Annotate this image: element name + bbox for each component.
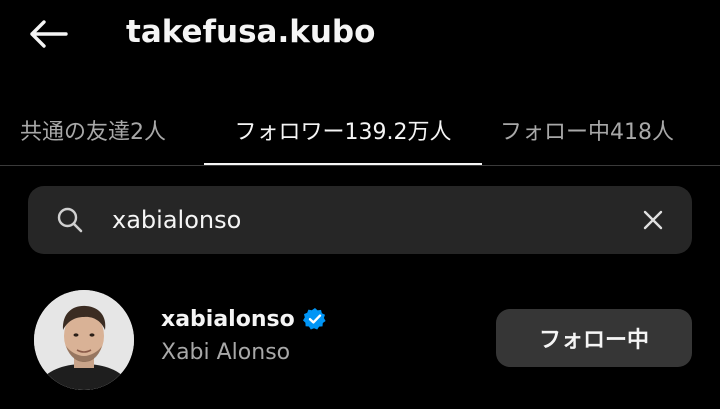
- active-tab-indicator: [204, 163, 482, 165]
- user-list-item[interactable]: xabialonso Xabi Alonso フォロー中: [0, 282, 720, 392]
- clear-search-button[interactable]: [636, 203, 670, 237]
- follow-tabs: 共通の友達2人 フォロワー139.2万人 フォロー中418人: [0, 94, 720, 166]
- result-full-name: Xabi Alonso: [161, 340, 291, 365]
- tab-followers[interactable]: フォロワー139.2万人: [204, 94, 482, 165]
- back-button[interactable]: [24, 14, 72, 54]
- arrow-left-icon: [30, 20, 68, 48]
- tab-mutual-friends[interactable]: 共通の友達2人: [20, 94, 186, 165]
- search-icon: [54, 204, 86, 236]
- profile-username-title: takefusa.kubo: [126, 14, 376, 50]
- result-username: xabialonso: [161, 306, 295, 332]
- username-line: xabialonso: [161, 304, 327, 334]
- avatar[interactable]: [34, 290, 134, 390]
- followers-screen: takefusa.kubo 共通の友達2人 フォロワー139.2万人 フォロー中…: [0, 0, 720, 409]
- search-input[interactable]: xabialonso: [112, 203, 241, 237]
- top-bar: takefusa.kubo: [0, 0, 720, 68]
- following-button[interactable]: フォロー中: [496, 309, 692, 367]
- verified-badge-icon: [302, 307, 327, 331]
- tab-following[interactable]: フォロー中418人: [500, 94, 700, 165]
- close-icon: [643, 210, 663, 230]
